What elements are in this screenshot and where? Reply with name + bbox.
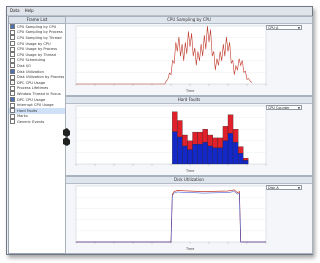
frame-checkbox[interactable]	[10, 74, 15, 80]
frame-checkbox[interactable]	[10, 63, 15, 69]
bar-segment	[212, 147, 219, 165]
bar-segment	[243, 160, 249, 165]
frame-list-item-label: Generic Events	[17, 119, 45, 124]
frame-list-item-label: CPU Usage by Thread	[17, 52, 56, 57]
bar-segment	[177, 136, 183, 165]
bar-segment	[217, 147, 224, 165]
frame-checkbox[interactable]	[10, 80, 15, 86]
bar-segment	[222, 140, 229, 165]
bar-segment	[187, 140, 193, 150]
bar-segment	[197, 144, 203, 165]
frame-list-item[interactable]: CPU Sampling by Process	[9, 29, 65, 36]
frame-list-item[interactable]: Generic Events	[9, 119, 65, 125]
bar-segment	[172, 131, 178, 165]
bar-segment	[237, 153, 244, 165]
frame-list-item-label: CPU Usage by Process	[17, 47, 57, 52]
frame-list-item[interactable]: CPU Usage by Process	[9, 46, 65, 52]
frame-list-item[interactable]: Window Thread in Focus	[9, 91, 65, 97]
resize-handle-icon[interactable]	[61, 128, 71, 148]
menu-help[interactable]: Help	[22, 7, 36, 15]
bar-segment	[187, 149, 193, 165]
frame-list-item-label: Disk Utilization	[17, 69, 44, 74]
bar-segment	[182, 134, 188, 147]
panel-title: CPU Sampling by CPU	[66, 17, 312, 24]
bar-segment	[172, 111, 178, 132]
bar-segment	[237, 146, 244, 154]
bar-segment	[212, 137, 219, 148]
frame-list-item-label: Window Thread in Focus	[17, 91, 61, 96]
bar-segment	[207, 134, 213, 147]
bar-segment	[177, 120, 183, 138]
frame-list-item[interactable]: Disk Utilization by Process	[9, 74, 65, 80]
frame-checkbox[interactable]	[10, 91, 15, 97]
frame-list-item-label: Process Lifetimes	[17, 86, 49, 91]
plot-area	[75, 25, 267, 85]
frame-list-item-label: CPU Sampling by Process	[17, 30, 63, 35]
frame-list-item-label: DPC CPU Usage	[17, 80, 46, 85]
x-axis-label: Time	[186, 169, 195, 173]
frame-checkbox[interactable]	[10, 119, 15, 125]
bar-segment	[192, 131, 198, 145]
frame-list-header: Frame List	[9, 17, 65, 24]
frame-list-item-label: DPC CPU Usage	[17, 97, 46, 102]
bar-segment	[202, 129, 208, 143]
bar-segment	[207, 145, 213, 165]
menu-bar: Data Help	[7, 7, 312, 16]
bar-segment	[227, 114, 234, 134]
frame-list-item-label: Interrupt CPU Usage	[17, 103, 54, 108]
panel-title: Disk Utilization	[66, 177, 312, 184]
frame-checkbox[interactable]	[10, 24, 15, 30]
bar-segment	[227, 133, 234, 165]
graph-area: CPU Sampling by CPU CPU A ▼ Time Hard Fau…	[63, 16, 313, 254]
bar-segment	[232, 129, 239, 143]
frame-list-item-label: CPU Sampling by CPU	[17, 24, 57, 29]
frame-list-item-label: Hard Faults	[17, 108, 38, 113]
frame-checkbox[interactable]	[10, 41, 15, 47]
bar-segment	[182, 145, 188, 165]
frame-list-item-label: CPU Usage by CPU	[17, 41, 51, 46]
frame-checkbox[interactable]	[10, 97, 15, 103]
frame-list-item-label: Marks	[17, 114, 28, 119]
frame-list-panel: Frame List CPU Sampling by CPU CPU Sampli…	[8, 16, 66, 254]
graph-panel-hard-faults[interactable]: Hard Faults CPU Counter ▼ Time	[65, 96, 313, 176]
frame-list-item-label: Disk Utilization by Process	[17, 75, 65, 80]
cpu-line-chart	[75, 25, 267, 86]
frame-list-item-label: CPU Scheduling	[17, 58, 46, 63]
bar-segment	[243, 158, 249, 161]
frame-checkbox[interactable]	[10, 113, 15, 119]
frame-checkbox[interactable]	[10, 102, 15, 108]
bar-segment	[192, 144, 198, 165]
frame-checkbox[interactable]	[10, 35, 15, 41]
x-axis-label: Time	[186, 89, 195, 93]
bar-segment	[222, 126, 229, 141]
frame-checkbox[interactable]	[10, 69, 15, 75]
frame-checkbox[interactable]	[10, 85, 15, 91]
graph-panel-cpu[interactable]: CPU Sampling by CPU CPU A ▼ Time	[65, 16, 313, 96]
bar-segment	[232, 142, 239, 165]
menu-data[interactable]: Data	[7, 7, 22, 15]
panel-title: Hard Faults	[66, 97, 312, 104]
frame-list-item-label: CPU Sampling by Thread	[17, 35, 62, 40]
frame-checkbox[interactable]	[10, 52, 15, 58]
app-window: Data Help Frame List CPU Sampling by CPU…	[6, 6, 313, 255]
frame-checkbox[interactable]	[10, 57, 15, 63]
disk-line-chart	[75, 185, 267, 244]
graph-panel-disk[interactable]: Disk Utilization Disk A ▼ Time	[65, 176, 313, 254]
hard-faults-bar-chart	[75, 105, 267, 166]
x-axis-label: Time	[186, 247, 195, 251]
frame-list-item[interactable]: CPU Sampling by Thread	[9, 35, 65, 41]
frame-checkbox[interactable]	[10, 108, 15, 114]
frame-list-item-label: Disk I/O	[17, 63, 31, 68]
bar-segment	[202, 142, 208, 165]
frame-checkbox[interactable]	[10, 29, 15, 35]
bar-segment	[217, 137, 224, 148]
frame-checkbox[interactable]	[10, 46, 15, 52]
bar-segment	[197, 131, 203, 145]
